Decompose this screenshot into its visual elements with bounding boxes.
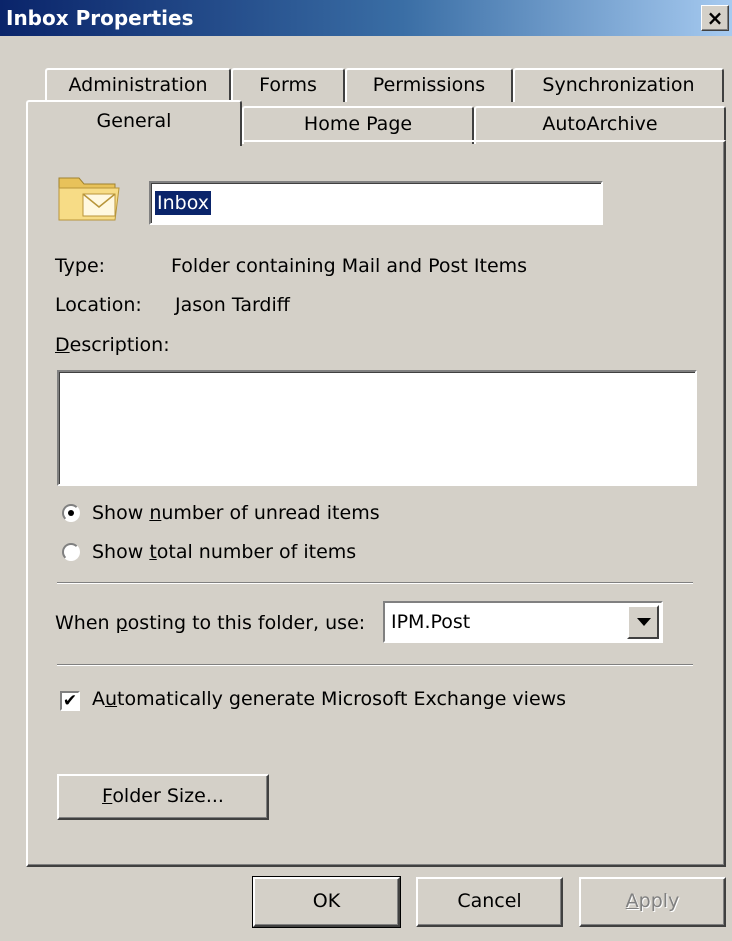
tab-home-page[interactable]: Home Page — [242, 106, 474, 144]
tab-autoarchive[interactable]: AutoArchive — [474, 106, 726, 144]
title-bar[interactable]: Inbox Properties × — [0, 0, 732, 36]
posting-label: When posting to this folder, use: — [55, 612, 366, 634]
separator — [57, 582, 693, 584]
description-label: Description: — [55, 334, 170, 356]
radio-selected-dot — [68, 510, 74, 516]
description-textarea[interactable] — [57, 370, 697, 486]
type-value: Folder containing Mail and Post Items — [171, 255, 528, 277]
cancel-button[interactable]: Cancel — [416, 877, 563, 927]
properties-dialog: Inbox Properties × Administration Forms … — [0, 0, 732, 941]
folder-name-input[interactable]: Inbox — [149, 181, 603, 225]
posting-form-select[interactable]: IPM.Post — [383, 601, 663, 643]
ok-button[interactable]: OK — [252, 876, 401, 928]
tab-general[interactable]: General — [26, 100, 242, 146]
folder-size-button[interactable]: Folder Size... — [57, 774, 269, 820]
dropdown-button[interactable] — [627, 605, 659, 639]
folder-name-value: Inbox — [155, 191, 211, 215]
mail-folder-icon — [58, 177, 120, 221]
separator — [57, 664, 693, 666]
location-label: Location: — [55, 294, 142, 316]
radio-show-unread[interactable] — [62, 504, 80, 522]
tab-forms[interactable]: Forms — [231, 68, 345, 102]
apply-button[interactable]: Apply — [579, 877, 726, 927]
type-label: Type: — [55, 255, 106, 277]
close-button[interactable]: × — [701, 5, 729, 31]
tab-permissions[interactable]: Permissions — [345, 68, 513, 102]
location-value: Jason Tardiff — [175, 294, 290, 316]
radio-show-total-label[interactable]: Show total number of items — [92, 541, 356, 563]
chevron-down-icon — [637, 618, 651, 626]
tab-synchronization[interactable]: Synchronization — [513, 68, 724, 102]
tab-administration[interactable]: Administration — [45, 68, 231, 102]
radio-show-total[interactable] — [62, 543, 80, 561]
window-title: Inbox Properties — [6, 6, 194, 30]
auto-views-checkbox[interactable]: ✔ — [60, 691, 80, 711]
auto-views-label[interactable]: Automatically generate Microsoft Exchang… — [92, 688, 566, 710]
posting-form-value: IPM.Post — [391, 611, 471, 633]
radio-show-unread-label[interactable]: Show number of unread items — [92, 502, 380, 524]
